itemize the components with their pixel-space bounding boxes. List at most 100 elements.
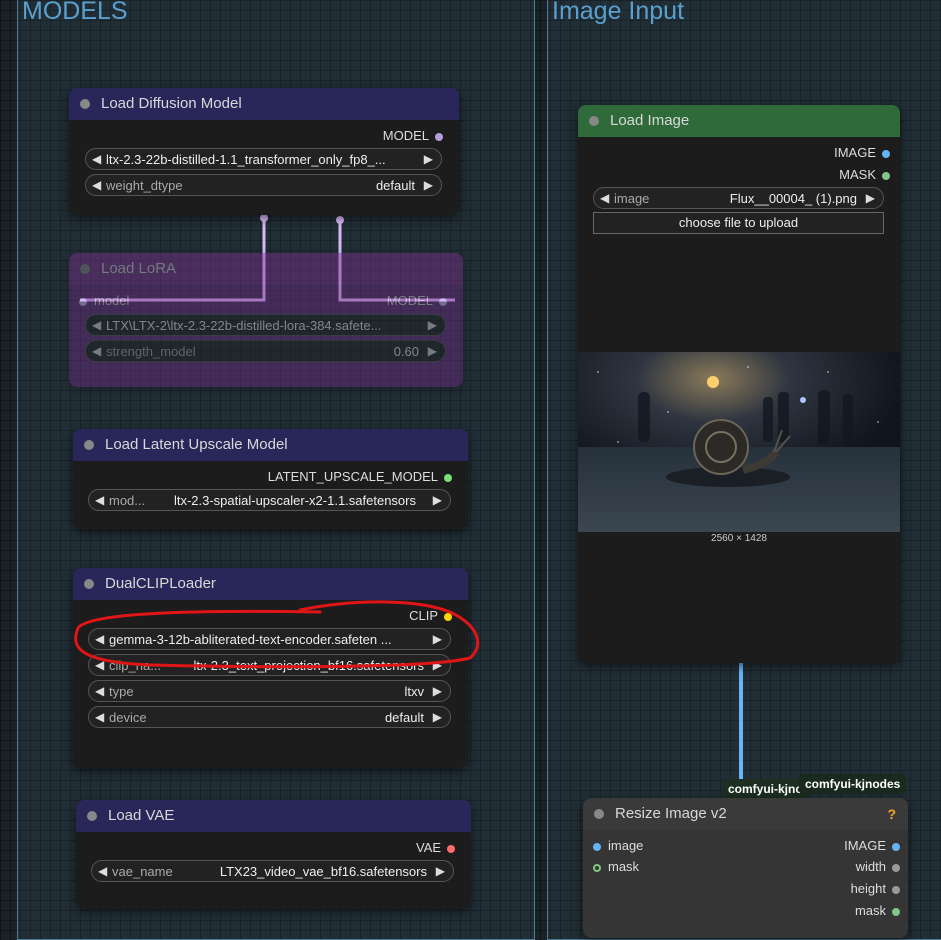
group-title-image-input[interactable]: Image Input [552,0,684,26]
output-mask[interactable]: MASK [839,167,890,182]
arrow-left-icon[interactable]: ◀ [95,684,104,698]
node-load-vae[interactable]: Load VAE VAE ◀ vae_name LTX23_video_vae_… [76,800,471,908]
node-load-lora[interactable]: Load LoRA model MODEL ◀ LTX\LTX-2\ltx-2.… [69,253,463,387]
output-clip[interactable]: CLIP [409,608,452,623]
arrow-left-icon[interactable]: ◀ [600,191,609,205]
input-model[interactable]: model [79,293,129,308]
output-image[interactable]: IMAGE [844,838,900,853]
arrow-left-icon[interactable]: ◀ [95,493,104,507]
help-icon[interactable]: ? [887,806,896,822]
node-body: LATENT_UPSCALE_MODEL ◀ mod... ltx-2.3-sp… [73,461,468,529]
arrow-right-icon[interactable]: ▶ [436,864,445,878]
combo-value: gemma-3-12b-abliterated-text-encoder.saf… [109,632,392,647]
collapse-dot-icon[interactable] [80,264,90,274]
arrow-right-icon[interactable]: ▶ [433,493,442,507]
socket-icon[interactable] [444,612,452,621]
combo-label: device [109,710,147,725]
arrow-left-icon[interactable]: ◀ [92,152,101,166]
output-width[interactable]: width [856,859,900,874]
collapse-dot-icon[interactable] [80,99,90,109]
arrow-right-icon[interactable]: ▶ [424,152,433,166]
unet-name-combo[interactable]: ◀ ltx-2.3-22b-distilled-1.1_transformer_… [85,148,442,170]
node-header[interactable]: Resize Image v2 ? [583,798,908,830]
node-load-image[interactable]: Load Image IMAGE MASK ◀ image Flux__0000… [578,105,900,663]
node-header[interactable]: Load LoRA [69,253,463,285]
node-header[interactable]: Load VAE [76,800,471,832]
collapse-dot-icon[interactable] [589,116,599,126]
arrow-right-icon[interactable]: ▶ [433,684,442,698]
collapse-dot-icon[interactable] [84,579,94,589]
input-mask[interactable]: mask [593,859,639,874]
type-combo[interactable]: ◀ type ltxv ▶ [88,680,451,702]
device-combo[interactable]: ◀ device default ▶ [88,706,451,728]
node-load-latent-upscale-model[interactable]: Load Latent Upscale Model LATENT_UPSCALE… [73,429,468,529]
output-latent-upscale-model[interactable]: LATENT_UPSCALE_MODEL [268,469,452,484]
output-vae[interactable]: VAE [416,840,455,855]
vae-name-combo[interactable]: ◀ vae_name LTX23_video_vae_bf16.safetens… [91,860,454,882]
socket-icon[interactable] [439,297,447,306]
socket-icon[interactable] [882,171,890,180]
output-label: CLIP [409,608,438,623]
image-combo[interactable]: ◀ image Flux__00004_ (1).png ▶ [593,187,884,209]
lora-name-combo[interactable]: ◀ LTX\LTX-2\ltx-2.3-22b-distilled-lora-3… [85,314,446,336]
arrow-left-icon[interactable]: ◀ [98,864,107,878]
node-header[interactable]: Load Diffusion Model [69,88,459,120]
socket-icon[interactable] [593,842,601,851]
collapse-dot-icon[interactable] [87,811,97,821]
arrow-left-icon[interactable]: ◀ [92,178,101,192]
node-title: Load LoRA [101,260,177,277]
upscale-model-combo[interactable]: ◀ mod... ltx-2.3-spatial-upscaler-x2-1.1… [88,489,451,511]
collapse-dot-icon[interactable] [84,440,94,450]
arrow-left-icon[interactable]: ◀ [95,658,104,672]
node-title: Load Image [610,112,690,129]
output-label: IMAGE [844,838,886,853]
socket-icon[interactable] [892,907,900,916]
node-header[interactable]: DualCLIPLoader [73,568,468,600]
node-header[interactable]: Load Image [578,105,900,137]
weight-dtype-combo[interactable]: ◀ weight_dtype default ▶ [85,174,442,196]
socket-icon[interactable] [593,863,601,872]
socket-icon[interactable] [444,473,452,482]
clip-name1-combo[interactable]: ◀ gemma-3-12b-abliterated-text-encoder.s… [88,628,451,650]
node-dual-clip-loader[interactable]: DualCLIPLoader CLIP ◀ gemma-3-12b-ablite… [73,568,468,768]
combo-value: LTX\LTX-2\ltx-2.3-22b-distilled-lora-384… [106,318,382,333]
socket-icon[interactable] [882,149,890,158]
combo-label: mod... [109,493,146,508]
socket-icon[interactable] [892,842,900,851]
socket-icon[interactable] [892,863,900,872]
output-mask[interactable]: mask [855,903,900,918]
arrow-right-icon[interactable]: ▶ [428,344,437,358]
output-model[interactable]: MODEL [383,128,443,143]
node-resize-image-v2[interactable]: Resize Image v2 ? image mask IMAGE width… [583,798,908,938]
input-label: model [94,293,130,308]
upload-button[interactable]: choose file to upload [593,212,884,234]
output-model[interactable]: MODEL [387,293,447,308]
output-height[interactable]: height [851,881,900,896]
collapse-dot-icon[interactable] [594,809,604,819]
input-image[interactable]: image [593,838,643,853]
arrow-left-icon[interactable]: ◀ [92,344,101,358]
strength-model-slider[interactable]: ◀ strength_model 0.60 ▶ [85,340,446,362]
arrow-left-icon[interactable]: ◀ [95,710,104,724]
arrow-left-icon[interactable]: ◀ [92,318,101,332]
node-header[interactable]: Load Latent Upscale Model [73,429,468,461]
arrow-left-icon[interactable]: ◀ [95,632,104,646]
output-label: VAE [415,840,441,855]
arrow-right-icon[interactable]: ▶ [433,658,442,672]
arrow-right-icon[interactable]: ▶ [424,178,433,192]
output-image[interactable]: IMAGE [834,145,890,160]
socket-icon[interactable] [447,844,455,853]
socket-icon[interactable] [435,132,443,141]
arrow-right-icon[interactable]: ▶ [428,318,437,332]
node-load-diffusion-model[interactable]: Load Diffusion Model MODEL ◀ ltx-2.3-22b… [69,88,459,215]
arrow-right-icon[interactable]: ▶ [866,191,875,205]
socket-icon[interactable] [892,885,900,894]
socket-icon[interactable] [79,297,87,306]
arrow-right-icon[interactable]: ▶ [433,632,442,646]
group-title-models[interactable]: MODELS [22,0,128,26]
clip-name2-combo[interactable]: ◀ clip_na... ltx-2.3_text_projection_bf1… [88,654,451,676]
image-preview[interactable] [578,352,900,532]
arrow-right-icon[interactable]: ▶ [433,710,442,724]
combo-label: image [614,191,650,206]
input-label: mask [608,859,640,874]
